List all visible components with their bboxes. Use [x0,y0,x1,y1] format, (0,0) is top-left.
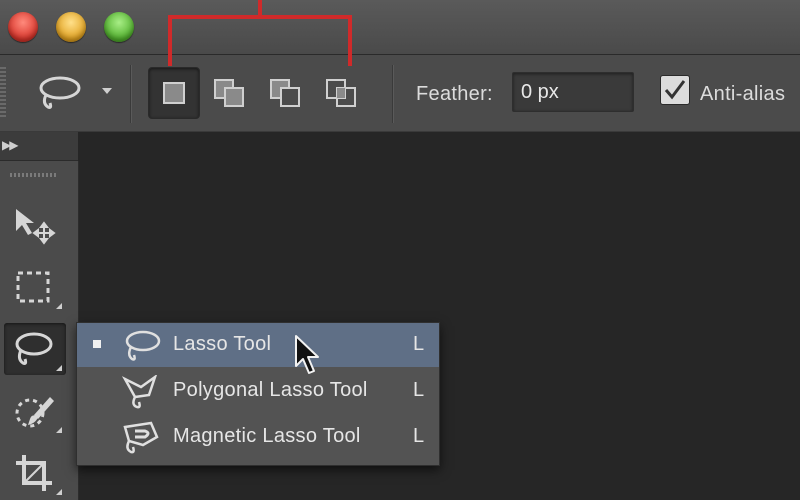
crop-icon [16,455,52,491]
quick-selection-brush-icon [15,397,54,428]
lasso-icon [125,330,161,361]
menu-item-label: Polygonal Lasso Tool [173,379,368,401]
feather-input[interactable] [512,72,634,112]
current-tool-bullet [93,340,101,348]
polygonal-lasso-icon [121,375,157,409]
feather-label: Feather: [416,83,493,105]
marquee-tool-button[interactable] [4,261,66,313]
options-bar-grip[interactable] [0,67,6,119]
add-to-selection-icon [214,79,244,107]
subtract-from-selection-icon [270,79,300,107]
tools-panel-grip[interactable] [10,173,58,177]
more-tools-indicator [56,303,62,309]
divider [392,65,393,123]
menu-item-label: Lasso Tool [173,333,272,355]
shortcut-key: L [413,333,425,355]
magnetic-lasso-icon [123,421,159,454]
menu-item-label: Magnetic Lasso Tool [173,425,361,447]
mouse-pointer-icon [295,335,319,374]
new-selection-button[interactable] [148,67,200,119]
double-chevron-right-icon[interactable]: ▶▶ [2,138,19,152]
tool-preset-picker[interactable] [36,73,84,113]
move-tool-button[interactable] [4,199,66,251]
lasso-icon [15,332,53,365]
minimize-window-button[interactable] [56,12,86,42]
subtract-from-selection-button[interactable] [260,67,310,117]
tools-panel [0,161,79,500]
maximize-window-button[interactable] [104,12,134,42]
close-window-button[interactable] [8,12,38,42]
intersect-with-selection-button[interactable] [316,67,366,117]
intersect-with-selection-icon [326,79,356,107]
more-tools-indicator [56,427,62,433]
chevron-down-icon[interactable] [102,88,112,94]
menu-item-magnetic-lasso-tool[interactable]: Magnetic Lasso Tool L [77,415,439,459]
menu-item-polygonal-lasso-tool[interactable]: Polygonal Lasso Tool L [77,369,439,413]
move-icon [16,209,56,245]
more-tools-indicator [56,489,62,495]
new-selection-icon [163,82,185,104]
lasso-icon [39,76,81,109]
title-bar [0,0,800,55]
shortcut-key: L [413,425,425,447]
divider [130,65,131,123]
anti-alias-checkbox[interactable] [660,75,690,105]
options-bar: Feather: Anti-alias [0,55,800,132]
tools-panel-header: ▶▶ [0,132,78,161]
more-tools-indicator [56,365,62,371]
lasso-tool-button[interactable] [4,323,66,375]
rectangular-marquee-icon [16,271,50,303]
crop-tool-button[interactable] [4,447,66,499]
quick-selection-tool-button[interactable] [4,385,66,437]
checkmark-icon [664,80,686,100]
anti-alias-label: Anti-alias [700,83,786,105]
shortcut-key: L [413,379,425,401]
menu-item-lasso-tool[interactable]: Lasso Tool L [77,323,439,367]
lasso-tools-flyout-menu: Lasso Tool L Polygonal Lasso Tool L Magn… [76,322,440,466]
add-to-selection-button[interactable] [204,67,254,117]
